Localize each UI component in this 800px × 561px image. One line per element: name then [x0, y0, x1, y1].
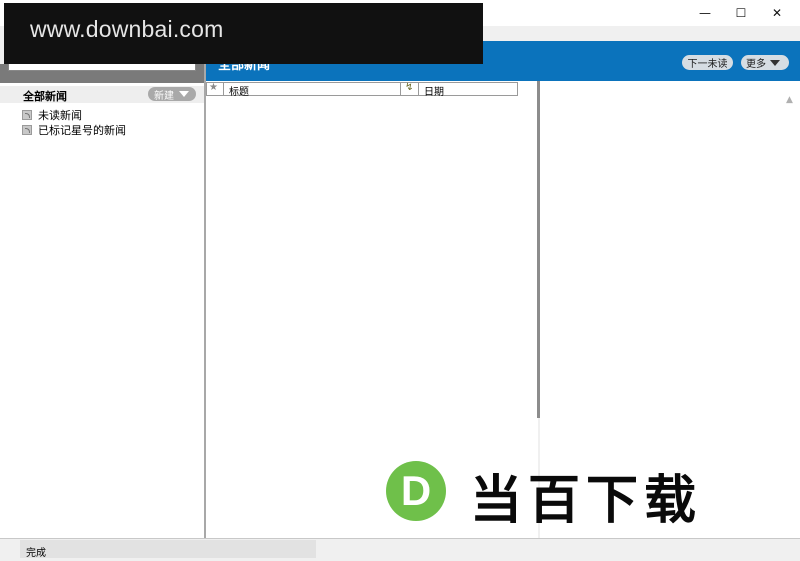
search-input[interactable] [8, 64, 196, 71]
chevron-down-icon [770, 59, 780, 66]
maximize-icon: ☐ [735, 6, 747, 20]
column-header-title[interactable]: 标题 [229, 83, 249, 98]
column-separator[interactable] [400, 82, 401, 96]
feed-column-icon[interactable]: ↯ [405, 82, 413, 93]
sidebar-item-unread[interactable]: 未读新闻 [22, 108, 82, 122]
new-button-label: 新建 [154, 90, 174, 102]
more-label: 更多 [746, 59, 766, 70]
feed-icon [22, 110, 32, 120]
sidebar-item-label: 全部新闻 [23, 90, 67, 103]
chevron-down-icon [179, 91, 189, 97]
logo-text: 当百下载 [470, 472, 703, 530]
close-icon: ✕ [771, 6, 783, 20]
column-header-date[interactable]: 日期 [424, 83, 444, 98]
feed-icon [22, 125, 32, 135]
sidebar-item-label: 未读新闻 [38, 109, 82, 122]
next-unread-label: 下一未读 [687, 59, 728, 70]
minimize-icon: — [699, 6, 711, 20]
star-icon[interactable]: ★ [209, 82, 218, 93]
column-separator[interactable] [418, 82, 419, 96]
sidebar-item-label: 已标记星号的新闻 [38, 124, 126, 137]
next-unread-button[interactable]: 下一未读 [682, 55, 733, 70]
logo-mark: D [386, 461, 446, 521]
list-header [206, 82, 518, 96]
scroll-up-icon[interactable]: ▲ [786, 95, 793, 105]
status-text: 完成 [26, 548, 46, 559]
new-button[interactable]: 新建 [148, 87, 196, 102]
more-button[interactable]: 更多 [741, 55, 789, 70]
column-separator[interactable] [223, 82, 224, 96]
watermark-text: www.downbai.com [30, 16, 224, 42]
close-button[interactable]: ✕ [754, 0, 800, 26]
sidebar-item-starred[interactable]: 已标记星号的新闻 [22, 123, 126, 137]
status-cell [20, 540, 316, 558]
